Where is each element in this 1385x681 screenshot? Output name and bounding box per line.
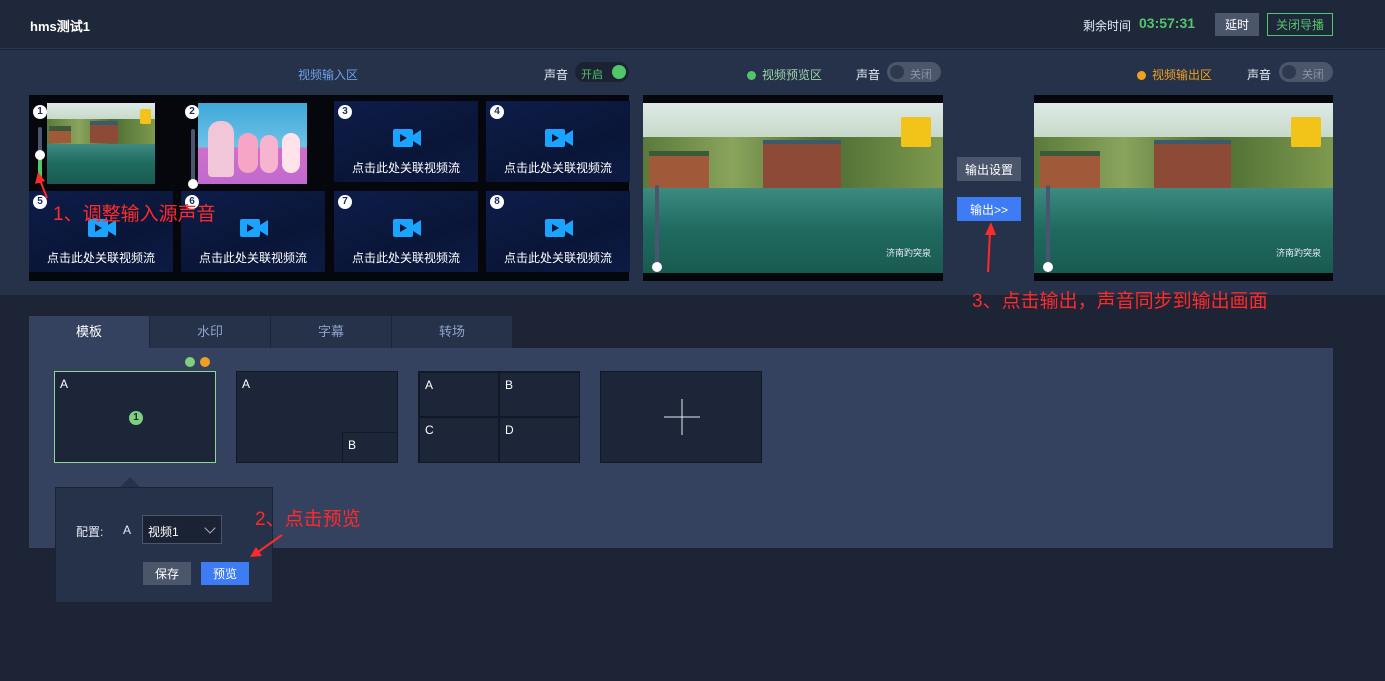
- arrow-step-3: [985, 222, 996, 273]
- annotation-arrows: [35, 172, 996, 557]
- arrow-step-1: [35, 172, 48, 199]
- arrow-step-2: [250, 534, 283, 557]
